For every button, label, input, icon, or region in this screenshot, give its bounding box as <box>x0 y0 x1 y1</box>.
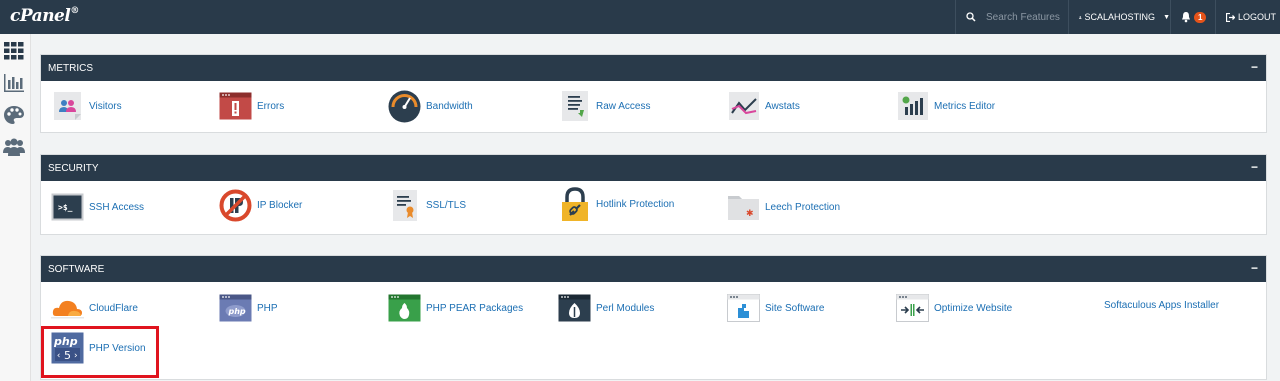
terminal-icon: >$_ <box>51 192 84 222</box>
item-optimize-website[interactable]: Optimize Website <box>896 293 1012 323</box>
item-ssh-access[interactable]: >$_ SSH Access <box>51 192 144 222</box>
item-label[interactable]: Leech Protection <box>765 202 840 213</box>
security-header[interactable]: SECURITY − <box>41 155 1266 181</box>
bell-icon <box>1182 11 1190 22</box>
metrics-header[interactable]: METRICS − <box>41 55 1266 81</box>
svg-text:✱: ✱ <box>746 209 754 219</box>
item-label[interactable]: CloudFlare <box>89 303 138 314</box>
item-raw-access[interactable]: Raw Access <box>558 91 650 121</box>
panel-title: SOFTWARE <box>48 263 105 275</box>
item-site-software[interactable]: Site Software <box>727 293 824 323</box>
item-cloudflare[interactable]: CloudFlare <box>51 293 138 323</box>
minimize-icon[interactable]: − <box>1251 160 1258 174</box>
item-label[interactable]: Metrics Editor <box>934 101 995 112</box>
grid-icon[interactable] <box>3 40 25 62</box>
item-visitors[interactable]: Visitors <box>51 91 122 121</box>
item-leech-protection[interactable]: ✱ Leech Protection <box>727 192 840 222</box>
search-input[interactable] <box>986 11 1066 23</box>
lock-icon <box>558 186 591 221</box>
highlight-box <box>41 326 159 378</box>
item-softaculous[interactable]: Softaculous Apps Installer <box>1104 300 1219 311</box>
item-label[interactable]: Raw Access <box>596 101 650 112</box>
notifications-button[interactable]: 1 <box>1170 0 1215 34</box>
item-ip-blocker[interactable]: IP Blocker <box>219 189 302 221</box>
awstats-icon <box>727 91 760 121</box>
chevron-down-icon: ▼ <box>1163 13 1170 21</box>
certificate-icon <box>388 189 421 221</box>
item-label[interactable]: Visitors <box>89 101 122 112</box>
logout-icon <box>1226 12 1235 22</box>
users-icon[interactable] <box>3 136 25 158</box>
item-label[interactable]: SSH Access <box>89 202 144 213</box>
user-menu[interactable]: SCALAHOSTING ▼ <box>1068 0 1170 34</box>
item-hotlink-protection[interactable]: Hotlink Protection <box>558 186 674 221</box>
perl-icon <box>558 293 591 323</box>
item-label[interactable]: Errors <box>257 101 284 112</box>
item-label[interactable]: PHP PEAR Packages <box>426 303 523 314</box>
item-php-pear[interactable]: PHP PEAR Packages <box>388 293 523 323</box>
item-label[interactable]: Bandwidth <box>426 101 473 112</box>
logout-label: LOGOUT <box>1238 12 1277 22</box>
search-box[interactable] <box>955 0 1067 34</box>
top-bar: cPanel® SCALAHOSTING ▼ 1 LOGOUT <box>0 0 1280 34</box>
svg-text:php: php <box>228 307 246 316</box>
panel-title: METRICS <box>48 62 93 74</box>
item-label[interactable]: Optimize Website <box>934 303 1012 314</box>
item-metrics-editor[interactable]: Metrics Editor <box>896 91 995 121</box>
item-bandwidth[interactable]: Bandwidth <box>388 90 473 122</box>
pear-icon <box>388 293 421 323</box>
metrics-editor-icon <box>896 91 929 121</box>
item-php[interactable]: php PHP <box>219 293 278 323</box>
logout-button[interactable]: LOGOUT <box>1215 0 1280 34</box>
item-label[interactable]: Softaculous Apps Installer <box>1104 300 1219 311</box>
user-icon <box>1079 15 1082 19</box>
site-software-icon <box>727 293 760 323</box>
item-label[interactable]: Hotlink Protection <box>596 199 674 210</box>
item-label[interactable]: PHP <box>257 303 278 314</box>
notification-count: 1 <box>1194 11 1207 23</box>
item-awstats[interactable]: Awstats <box>727 91 800 121</box>
svg-text:>$_: >$_ <box>58 203 73 212</box>
visitors-icon <box>51 91 84 121</box>
item-label[interactable]: IP Blocker <box>257 200 302 211</box>
stats-icon[interactable] <box>3 72 25 94</box>
raw-access-icon <box>558 91 591 121</box>
optimize-icon <box>896 293 929 323</box>
cloudflare-icon <box>51 293 84 323</box>
errors-icon <box>219 91 252 121</box>
item-label[interactable]: SSL/TLS <box>426 200 466 211</box>
username: SCALAHOSTING <box>1084 12 1156 22</box>
bandwidth-icon <box>388 90 421 122</box>
item-label[interactable]: Perl Modules <box>596 303 654 314</box>
item-errors[interactable]: Errors <box>219 91 284 121</box>
sidebar <box>0 34 31 381</box>
item-perl-modules[interactable]: Perl Modules <box>558 293 654 323</box>
search-icon <box>966 12 976 22</box>
item-label[interactable]: Awstats <box>765 101 800 112</box>
folder-icon: ✱ <box>727 192 760 222</box>
item-ssl-tls[interactable]: SSL/TLS <box>388 189 466 221</box>
php-icon: php <box>219 293 252 323</box>
panel-title: SECURITY <box>48 162 99 174</box>
palette-icon[interactable] <box>3 104 25 126</box>
software-header[interactable]: SOFTWARE − <box>41 256 1266 282</box>
cpanel-logo[interactable]: cPanel® <box>10 6 79 26</box>
minimize-icon[interactable]: − <box>1251 261 1258 275</box>
minimize-icon[interactable]: − <box>1251 60 1258 74</box>
item-label[interactable]: Site Software <box>765 303 824 314</box>
ip-blocker-icon <box>219 189 252 221</box>
